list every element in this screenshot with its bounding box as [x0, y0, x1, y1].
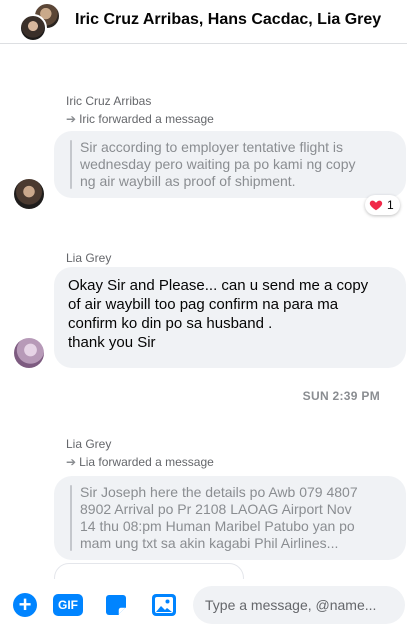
message-thread[interactable]: Iric Cruz Arribas ➔ Iric forwarded a mess…: [0, 45, 407, 593]
reaction-count: 1: [387, 198, 394, 212]
forward-note: ➔ Iric forwarded a message: [66, 112, 214, 126]
group-avatar[interactable]: [19, 2, 61, 42]
message-line: 8902 Arrival po Pr 2108 LAOAG Airport No…: [80, 501, 352, 517]
message-text: Sir Joseph here the details po Awb 079 4…: [80, 484, 392, 552]
forward-note-text: Lia forwarded a message: [79, 455, 214, 469]
heart-icon: [369, 200, 383, 211]
forward-arrow-icon: ➔: [66, 112, 77, 126]
forwarded-message-bubble[interactable]: Sir according to employer tentative flig…: [54, 131, 406, 198]
quote-bar: [70, 485, 72, 551]
message-text: Sir according to employer tentative flig…: [80, 139, 392, 190]
chat-header: Iric Cruz Arribas, Hans Cacdac, Lia Grey: [0, 0, 407, 44]
message-line: Sir Joseph here the details po Awb 079 4…: [80, 484, 358, 500]
message-line: mam ung txt sa akin kagabi Phil Airlines…: [80, 535, 339, 551]
reaction-badge[interactable]: 1: [365, 195, 400, 215]
message-line: ng air waybill as proof of shipment.: [80, 173, 296, 189]
message-line: 14 thu 08:pm Human Maribel Patubo yan po: [80, 518, 355, 534]
forwarded-message-bubble[interactable]: Sir Joseph here the details po Awb 079 4…: [54, 476, 406, 560]
message-line: thank you Sir: [68, 334, 156, 351]
avatar[interactable]: [14, 179, 44, 209]
message-line: wednesday pero waiting pa po kami ng cop…: [80, 156, 356, 172]
avatar[interactable]: [14, 338, 44, 368]
forward-arrow-icon: ➔: [66, 455, 77, 469]
sender-name: Lia Grey: [66, 437, 112, 451]
message-line: of air waybill too pag confirm na para m…: [68, 296, 339, 313]
composer-bar: + GIF Type a message, @name...: [0, 579, 407, 631]
message-line: Sir according to employer tentative flig…: [80, 139, 344, 155]
message-line: Okay Sir and Please... can u send me a c…: [68, 277, 369, 294]
conversation-title[interactable]: Iric Cruz Arribas, Hans Cacdac, Lia Grey: [75, 11, 381, 29]
message-input[interactable]: Type a message, @name...: [193, 586, 405, 624]
gif-icon[interactable]: GIF: [53, 594, 83, 616]
message-line: confirm ko din po sa husband .: [68, 315, 273, 332]
message-bubble[interactable]: Okay Sir and Please... can u send me a c…: [54, 267, 406, 368]
timestamp: SUN 2:39 PM: [302, 389, 380, 403]
sender-name: Iric Cruz Arribas: [66, 94, 152, 108]
forward-note: ➔ Lia forwarded a message: [66, 455, 214, 469]
plus-icon[interactable]: +: [13, 593, 37, 617]
sender-name: Lia Grey: [66, 251, 112, 265]
image-icon[interactable]: [151, 593, 177, 617]
forward-note-text: Iric forwarded a message: [79, 112, 214, 126]
avatar: [19, 14, 47, 42]
sticker-icon[interactable]: [104, 593, 128, 617]
quote-bar: [70, 140, 72, 189]
